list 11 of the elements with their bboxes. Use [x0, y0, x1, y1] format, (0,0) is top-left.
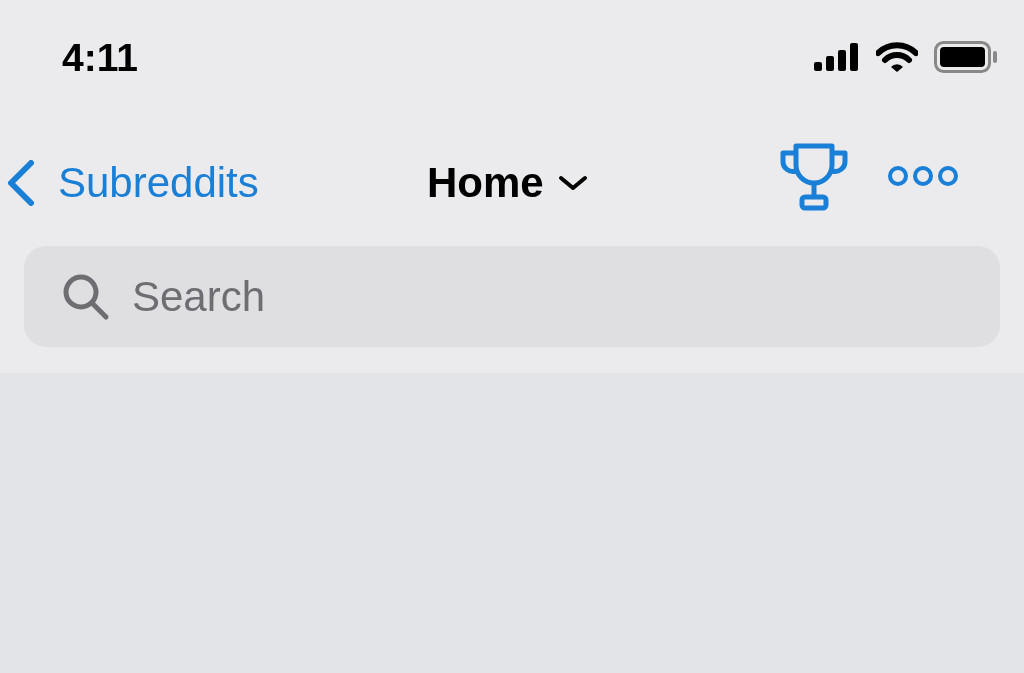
- status-time: 4:11: [62, 37, 138, 77]
- search-field[interactable]: Search: [24, 246, 1000, 347]
- trophy-icon[interactable]: [780, 143, 848, 211]
- search-icon: [62, 273, 110, 321]
- title-dropdown[interactable]: Home: [427, 162, 588, 204]
- wifi-icon: [876, 42, 918, 72]
- back-chevron-icon: [6, 160, 36, 206]
- signal-icon: [814, 43, 860, 71]
- chevron-down-icon: [557, 175, 588, 191]
- more-icon[interactable]: [887, 165, 959, 187]
- battery-icon: [934, 41, 998, 73]
